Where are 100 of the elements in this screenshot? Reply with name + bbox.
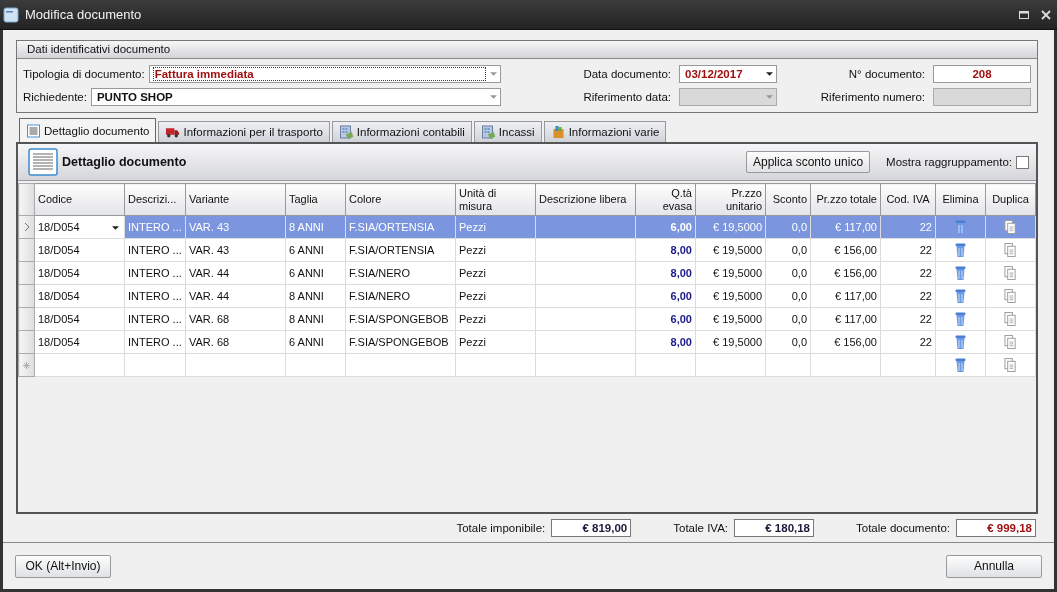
total-label: Totale IVA: (673, 522, 728, 534)
table-cell: 0,0 (791, 336, 807, 348)
table-cell: 6,00 (670, 221, 692, 233)
table-cell: € 156,00 (834, 267, 877, 279)
table-cell: € 117,00 (835, 313, 877, 325)
table-cell: INTERO ... (128, 244, 182, 256)
tab[interactable]: Informazioni contabili (331, 121, 472, 142)
table-cell: 0,0 (791, 267, 807, 279)
table-cell: INTERO ... (128, 336, 182, 348)
group-title: Dati identificativi documento (27, 43, 171, 55)
table-cell: VAR. 43 (189, 244, 230, 256)
table-cell: F.SIA/SPONGEBOB (349, 313, 449, 325)
table-cell: 18/D054 (38, 313, 80, 325)
copy-icon[interactable] (1004, 288, 1017, 304)
column-header[interactable]: Codice (34, 183, 125, 216)
column-header[interactable]: Colore (345, 183, 456, 216)
table-cell: 6 ANNI (289, 267, 324, 279)
table-cell: INTERO ... (128, 221, 182, 233)
table-cell: F.SIA/NERO (349, 290, 411, 302)
table-cell: € 19,5000 (713, 290, 762, 302)
trash-icon[interactable] (954, 334, 967, 350)
column-header[interactable]: Pr.zzo unitario (695, 183, 766, 216)
table-cell: 6,00 (670, 313, 692, 325)
table-cell: 0,0 (791, 221, 807, 233)
tab[interactable]: Informazioni per il trasporto (158, 121, 330, 142)
column-header[interactable]: Variante (185, 183, 286, 216)
date-picker[interactable]: 03/12/2017 (679, 65, 777, 83)
maximize-icon[interactable] (1019, 9, 1029, 20)
table-cell: € 19,5000 (713, 221, 762, 233)
trash-icon[interactable] (954, 311, 967, 327)
copy-icon[interactable] (1004, 242, 1017, 258)
table-cell: 8,00 (670, 267, 692, 279)
trash-icon[interactable] (954, 265, 967, 281)
total-value: € 819,00 (551, 519, 632, 537)
tab[interactable]: Dettaglio documento (19, 118, 157, 142)
table-cell: 22 (919, 244, 932, 256)
table-cell: F.SIA/ORTENSIA (349, 244, 435, 256)
copy-icon[interactable] (1004, 219, 1017, 235)
dropdown-field[interactable]: PUNTO SHOP (90, 88, 501, 106)
trash-icon[interactable] (954, 288, 967, 304)
column-header[interactable]: Q.tà evasa (635, 183, 696, 216)
table-cell: 22 (919, 336, 932, 348)
total-label: Totale documento: (856, 522, 950, 534)
column-header[interactable]: Pr.zzo totale (810, 183, 881, 216)
column-header[interactable]: Elimina (935, 183, 986, 216)
column-header[interactable]: Sconto (765, 183, 811, 216)
table-cell: Pezzi (459, 313, 486, 325)
column-header[interactable]: Unità di misura (455, 183, 536, 216)
row-indicator-icon (23, 222, 30, 232)
copy-icon[interactable] (1004, 265, 1017, 281)
field-label: N° documento: (848, 68, 925, 80)
table-cell: 0,0 (791, 290, 807, 302)
copy-icon[interactable] (1004, 311, 1017, 327)
table-cell: 8,00 (670, 336, 692, 348)
table-cell: Pezzi (459, 244, 486, 256)
column-header[interactable]: Cod. IVA (880, 183, 936, 216)
window-title: Modifica documento (25, 7, 142, 22)
copy-icon[interactable] (1004, 334, 1017, 350)
truck-icon (165, 125, 181, 139)
table-cell: 18/D054 (38, 244, 80, 256)
tab[interactable]: Incassi (473, 121, 542, 142)
trash-icon[interactable] (954, 219, 967, 235)
column-header[interactable]: Duplica (985, 183, 1036, 216)
table-cell: 0,0 (791, 244, 807, 256)
table-cell: INTERO ... (128, 290, 182, 302)
table-cell: VAR. 68 (189, 313, 230, 325)
trash-icon[interactable] (954, 357, 967, 373)
caret-icon[interactable] (766, 72, 773, 76)
column-header[interactable]: Descrizione libera (535, 183, 636, 216)
copy-icon[interactable] (1004, 357, 1017, 373)
apply-discount-button[interactable]: Applica sconto unico (746, 151, 871, 173)
table-cell: 18/D054 (38, 336, 80, 348)
grouping-checkbox[interactable] (1016, 155, 1029, 169)
column-header[interactable]: Descrizi... (124, 183, 186, 216)
table-cell: 22 (919, 267, 932, 279)
table-cell: 18/D054 (38, 267, 80, 279)
tab[interactable]: Informazioni varie (543, 121, 667, 142)
ok-button[interactable]: OK (Alt+Invio) (15, 554, 111, 578)
table-cell: Pezzi (459, 336, 486, 348)
field-label: Tipologia di documento: (23, 68, 145, 80)
field-label: Riferimento data: (583, 91, 671, 103)
table-cell: 22 (919, 290, 932, 302)
table-cell: VAR. 44 (189, 290, 230, 302)
table-cell: 22 (919, 221, 932, 233)
table-cell: € 156,00 (834, 244, 877, 256)
table-cell: INTERO ... (128, 267, 182, 279)
dropdown-field[interactable]: Fattura immediata (148, 65, 501, 83)
caret-icon[interactable] (112, 226, 119, 230)
close-icon[interactable] (1041, 9, 1051, 20)
list-icon (28, 148, 58, 176)
table-cell: € 117,00 (835, 221, 877, 233)
field-label: Richiedente: (23, 91, 87, 103)
table-cell: 8 ANNI (289, 290, 324, 302)
table-cell: Pezzi (459, 221, 486, 233)
cancel-button[interactable]: Annulla (946, 554, 1042, 578)
trash-icon[interactable] (954, 242, 967, 258)
table-cell: € 117,00 (835, 290, 877, 302)
list-icon (26, 123, 41, 138)
column-header[interactable]: Taglia (285, 183, 346, 216)
input-field[interactable]: 208 (933, 65, 1031, 83)
